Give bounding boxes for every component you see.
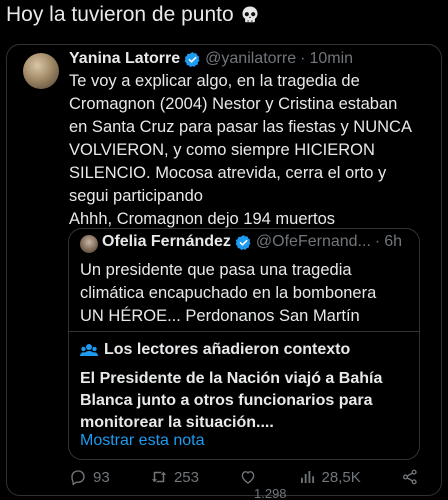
- retweet-button[interactable]: 253: [150, 468, 199, 486]
- community-notes-text: El Presidente de la Nación viajó a Bahía…: [80, 368, 410, 434]
- quoted-author-avatar[interactable]: [80, 235, 98, 253]
- quoted-author-handle[interactable]: @OfeFernand...: [256, 233, 371, 251]
- verified-badge-icon: [184, 51, 200, 67]
- share-button[interactable]: [401, 468, 419, 486]
- action-bar: 93 253 28,5K: [69, 468, 419, 486]
- reply-button[interactable]: 93: [69, 468, 110, 486]
- retweet-icon: [151, 471, 167, 483]
- author-handle[interactable]: @yanilatorre: [205, 50, 296, 68]
- tweet-header: Yanina Latorre @yanilatorre · 10min: [69, 50, 353, 68]
- community-notes-header: Los lectores añadieron contexto: [80, 341, 350, 359]
- views-icon: [300, 471, 314, 483]
- verified-badge-icon: [235, 234, 251, 250]
- retweet-count: 253: [173, 468, 199, 486]
- caption: Hoy la tuvieron de punto: [6, 3, 260, 27]
- quoted-separator: ·: [374, 233, 381, 250]
- tweet-line: SILENCIO. Mocosa atrevida, cerra el orto…: [69, 164, 387, 182]
- quoted-tweet-header: Ofelia Fernández @OfeFernand... · 6h: [102, 233, 402, 251]
- quoted-line: UN HÉROE... Perdonanos San Martín: [80, 307, 360, 325]
- reply-icon: [71, 470, 85, 486]
- author-avatar[interactable]: [23, 53, 59, 89]
- like-count: 1.298: [254, 486, 287, 500]
- quoted-line: Un presidente que pasa una tragedia: [80, 261, 352, 279]
- caption-text: Hoy la tuvieron de punto: [6, 3, 234, 26]
- community-notes-icon: [80, 344, 98, 356]
- show-note-link[interactable]: Mostrar esta nota: [80, 432, 205, 450]
- tweet-line: segui participando: [69, 187, 203, 205]
- heart-icon: [241, 471, 255, 484]
- share-icon: [402, 469, 417, 485]
- community-notes-title: Los lectores añadieron contexto: [104, 341, 351, 358]
- header-separator: ·: [300, 50, 306, 67]
- context-line: Blanca junto a otros funcionarios para: [80, 392, 373, 409]
- skull-icon: [242, 6, 258, 23]
- author-name[interactable]: Yanina Latorre: [69, 50, 180, 68]
- quoted-tweet-time[interactable]: 6h: [384, 233, 402, 251]
- context-line: El Presidente de la Nación viajó a Bahía: [80, 370, 383, 387]
- tweet-text: Te voy a explicar algo, en la tragedia d…: [69, 70, 441, 231]
- tweet-line: Cromagnon (2004) Nestor y Cristina estab…: [69, 95, 398, 113]
- tweet-line: en Santa Cruz para pasar las fiestas y N…: [69, 118, 412, 136]
- views-count: 28,5K: [321, 468, 361, 486]
- context-divider: [69, 331, 419, 332]
- reply-count: 93: [93, 468, 110, 486]
- tweet-line: VOLVIERON, y como siempre HICIERON: [69, 141, 375, 159]
- tweet-line: Te voy a explicar algo, en la tragedia d…: [69, 72, 360, 90]
- quoted-author-name[interactable]: Ofelia Fernández: [102, 233, 231, 251]
- tweet-time[interactable]: 10min: [309, 50, 353, 68]
- quoted-line: climática encapuchado en la bombonera: [80, 284, 377, 302]
- views-button[interactable]: 28,5K: [298, 468, 361, 486]
- quoted-tweet-text: Un presidente que pasa una tragedia clim…: [80, 259, 410, 328]
- context-line: monitorear la situación....: [80, 414, 274, 431]
- like-button[interactable]: [239, 468, 257, 486]
